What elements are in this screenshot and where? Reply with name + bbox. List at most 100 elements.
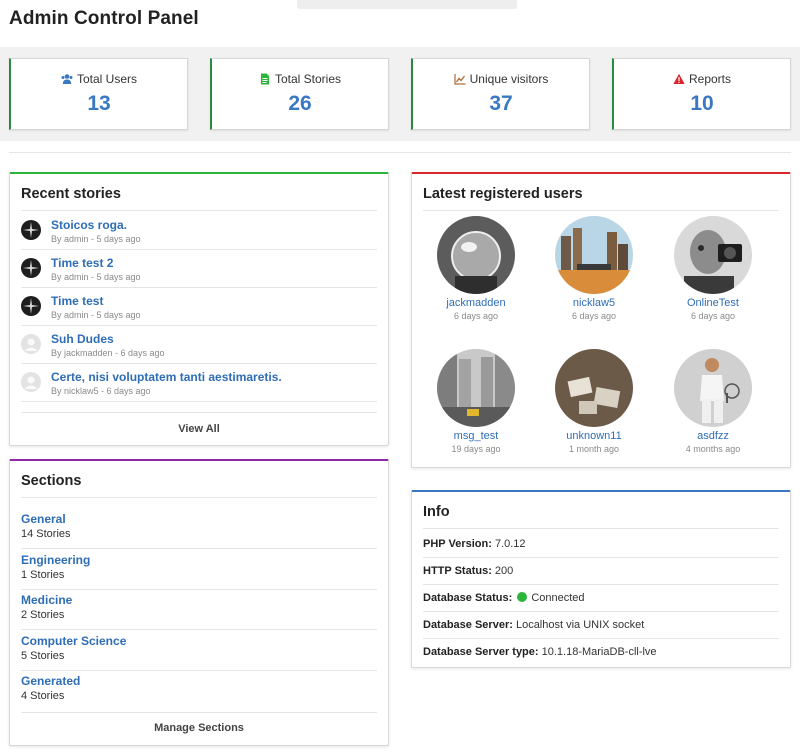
divider — [423, 528, 779, 529]
list-item[interactable]: Time test By admin - 5 days ago — [21, 288, 377, 326]
top-tab[interactable] — [297, 0, 517, 9]
user-registered-time: 6 days ago — [453, 311, 499, 321]
status-indicator-icon — [517, 592, 528, 602]
info-value: Localhost via UNIX socket — [515, 619, 645, 631]
story-thumbnail — [21, 296, 41, 316]
stat-card-total-stories[interactable]: Total Stories 26 — [210, 58, 389, 130]
story-thumbnail — [21, 220, 41, 240]
panel-title: Latest registered users — [423, 186, 583, 202]
story-title-link[interactable]: Certe, nisi voluptatem tanti aestimareti… — [51, 370, 282, 384]
story-thumbnail — [21, 258, 41, 278]
divider — [21, 712, 377, 713]
story-title-link[interactable]: Stoicos roga. — [51, 218, 127, 232]
list-item[interactable]: Certe, nisi voluptatem tanti aestimareti… — [21, 364, 377, 402]
stat-value: 10 — [690, 92, 714, 115]
latest-users-panel: Latest registered users jackmadden 6 day… — [411, 172, 791, 468]
page-header: Admin Control Panel — [0, 0, 800, 47]
story-title-link[interactable]: Time test — [51, 294, 103, 308]
avatar[interactable] — [437, 216, 515, 294]
info-value: 200 — [494, 565, 514, 577]
avatar[interactable] — [437, 349, 515, 427]
list-item[interactable]: Time test 2 By admin - 5 days ago — [21, 250, 377, 288]
info-label: PHP Version: — [423, 538, 492, 550]
page-title: Admin Control Panel — [9, 8, 199, 29]
section-item-engineering[interactable]: Engineering 1 Stories — [21, 550, 377, 590]
section-story-count: 1 Stories — [21, 569, 65, 581]
section-name-link[interactable]: Generated — [21, 674, 80, 688]
info-label: Database Server: — [423, 619, 513, 631]
avatar[interactable] — [674, 349, 752, 427]
section-item-generated[interactable]: Generated 4 Stories — [21, 671, 377, 711]
stat-value: 13 — [87, 92, 111, 115]
stats-band: Total Users 13 Total Stories 26 Unique v… — [0, 47, 800, 141]
user-name-link[interactable]: unknown11 — [539, 430, 649, 442]
story-meta: By nicklaw5 - 6 days ago — [51, 386, 151, 396]
story-title-link[interactable]: Time test 2 — [51, 256, 113, 270]
users-icon — [61, 73, 73, 85]
divider — [21, 412, 377, 413]
info-row-database-status: Database Status: Connected — [423, 585, 779, 612]
info-row-php-version: PHP Version: 7.0.12 — [423, 531, 779, 558]
section-name-link[interactable]: Engineering — [21, 553, 90, 567]
avatar[interactable] — [555, 349, 633, 427]
user-name-link[interactable]: OnlineTest — [658, 297, 768, 309]
info-label: Database Status: — [423, 592, 513, 604]
section-name-link[interactable]: Medicine — [21, 593, 72, 607]
stat-value: 37 — [489, 92, 513, 115]
stat-card-unique-visitors[interactable]: Unique visitors 37 — [411, 58, 590, 130]
info-row-database-server-type: Database Server type: 10.1.18-MariaDB-cl… — [423, 639, 779, 666]
section-story-count: 14 Stories — [21, 528, 71, 540]
user-registered-time: 6 days ago — [571, 311, 617, 321]
stat-label-text: Total Stories — [274, 72, 342, 86]
panel-title: Sections — [21, 473, 82, 489]
warning-icon — [673, 73, 685, 85]
section-name-link[interactable]: Computer Science — [21, 634, 126, 648]
manage-sections-link[interactable]: Manage Sections — [10, 722, 388, 734]
avatar[interactable] — [555, 216, 633, 294]
section-item-general[interactable]: General 14 Stories — [21, 509, 377, 549]
info-row-http-status: HTTP Status: 200 — [423, 558, 779, 585]
info-label: Database Server type: — [423, 646, 539, 658]
view-all-link[interactable]: View All — [10, 423, 388, 435]
divider — [21, 497, 377, 498]
story-meta: By jackmadden - 6 days ago — [51, 348, 165, 358]
user-name-link[interactable]: msg_test — [421, 430, 531, 442]
user-registered-time: 19 days ago — [451, 444, 501, 454]
user-name-link[interactable]: asdfzz — [658, 430, 768, 442]
file-icon — [259, 73, 271, 85]
section-item-medicine[interactable]: Medicine 2 Stories — [21, 590, 377, 630]
list-item[interactable]: Stoicos roga. By admin - 5 days ago — [21, 212, 377, 250]
story-title-link[interactable]: Suh Dudes — [51, 332, 114, 346]
info-row-database-server: Database Server: Localhost via UNIX sock… — [423, 612, 779, 639]
line-chart-icon — [454, 73, 466, 85]
stat-label-text: Reports — [688, 72, 732, 86]
story-meta: By admin - 5 days ago — [51, 272, 141, 282]
divider — [9, 152, 791, 153]
panel-title: Info — [423, 504, 450, 520]
info-value: 7.0.12 — [494, 538, 526, 550]
user-registered-time: 4 months ago — [685, 444, 741, 454]
user-card[interactable]: unknown11 1 month ago — [539, 349, 649, 454]
user-card[interactable]: OnlineTest 6 days ago — [658, 216, 768, 321]
user-name-link[interactable]: jackmadden — [421, 297, 531, 309]
stat-value: 26 — [288, 92, 312, 115]
user-registered-time: 1 month ago — [568, 444, 620, 454]
user-card[interactable]: nicklaw5 6 days ago — [539, 216, 649, 321]
divider — [21, 210, 377, 211]
user-card[interactable]: msg_test 19 days ago — [421, 349, 531, 454]
stat-card-total-users[interactable]: Total Users 13 — [9, 58, 188, 130]
avatar[interactable] — [674, 216, 752, 294]
info-value: 10.1.18-MariaDB-cll-lve — [541, 646, 657, 658]
divider — [423, 210, 779, 211]
section-story-count: 2 Stories — [21, 609, 65, 621]
info-label: HTTP Status: — [423, 565, 492, 577]
section-story-count: 4 Stories — [21, 690, 65, 702]
list-item[interactable]: Suh Dudes By jackmadden - 6 days ago — [21, 326, 377, 364]
section-name-link[interactable]: General — [21, 512, 66, 526]
user-card[interactable]: asdfzz 4 months ago — [658, 349, 768, 454]
stat-card-reports[interactable]: Reports 10 — [612, 58, 791, 130]
user-name-link[interactable]: nicklaw5 — [539, 297, 649, 309]
sections-panel: Sections General 14 Stories Engineering … — [9, 459, 389, 746]
section-item-computer-science[interactable]: Computer Science 5 Stories — [21, 631, 377, 671]
user-card[interactable]: jackmadden 6 days ago — [421, 216, 531, 321]
